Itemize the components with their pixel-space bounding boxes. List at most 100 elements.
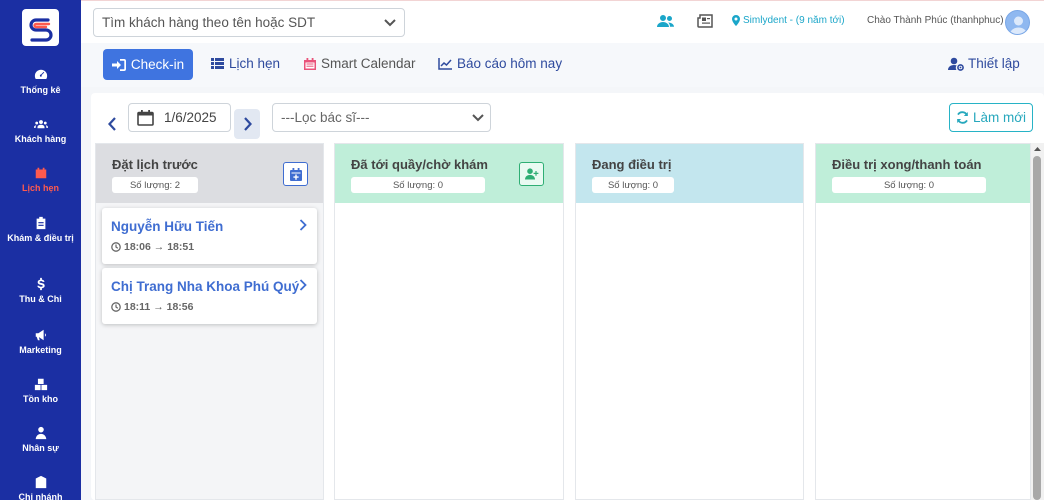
appointment-time: 18:11 → 18:56 [111,301,193,313]
tab-label: Smart Calendar [321,56,416,71]
column-scheduled: Đặt lịch trước Số lượng: 2 Nguyễn Hữu Ti… [95,143,324,500]
column-title: Đang điều trị [592,157,672,172]
tab-appointments[interactable]: Lịch hẹn [211,56,280,71]
add-walk-in-button[interactable] [519,162,544,186]
clock-icon [111,242,121,252]
building-icon [35,475,46,489]
column-count: Số lượng: 2 [112,177,198,193]
clipboard-icon [36,216,45,230]
appointment-card[interactable]: Nguyễn Hữu Tiến 18:06 → 18:51 [102,208,317,264]
user-plus-icon [524,168,538,180]
selected-date: 1/6/2025 [164,110,217,125]
appointment-nav: Check-in Lịch hẹn Smart Calendar Báo cáo… [81,43,1044,87]
calendar-icon [35,167,46,179]
column-header: Đang điều trị Số lượng: 0 [576,144,803,203]
customer-search-select[interactable]: Tìm khách hàng theo tên hoặc SDT [93,8,405,37]
avatar[interactable] [1005,10,1030,35]
branch-label: Simlydent - (9 năm tới) [743,15,845,26]
settings-label: Thiết lập [968,56,1020,71]
chevron-left-icon [107,117,116,131]
chevron-down-icon [472,114,484,122]
refresh-label: Làm mới [972,110,1027,125]
user-avatar-icon [1009,16,1028,34]
user-greeting[interactable]: Chào Thành Phúc (thanhphuc) [867,15,1004,26]
tab-label: Lịch hẹn [229,56,281,71]
column-title: Đã tới quầy/chờ khám [351,157,488,172]
map-marker-icon [732,15,740,26]
checkin-label: Check-in [130,57,185,72]
board-scrollbar[interactable] [1031,143,1044,500]
time-range: 18:11 → 18:56 [124,301,194,313]
sidebar-item-label: Thống kê [20,85,61,95]
tab-report-today[interactable]: Báo cáo hôm nay [438,56,562,71]
clock-icon [111,302,121,312]
sidebar-item-label: Thu & Chi [19,294,62,304]
add-appointment-button[interactable] [283,162,308,186]
sidebar-item-label: Khám & điều trị [7,233,74,243]
scrollbar-thumb[interactable] [1033,156,1041,500]
sidebar-item-label: Chi nhánh [18,492,63,500]
dashboard-icon [34,69,47,80]
chevron-right-icon[interactable] [299,219,307,231]
boxes-icon [34,378,47,391]
chevron-right-icon [243,117,252,131]
branch-selector[interactable]: Simlydent - (9 năm tới) [732,15,845,26]
sidebar: Thống kê Khách hàng Lịch hẹn Khám & điều… [0,0,81,500]
calendar-icon [304,57,316,70]
next-day-button[interactable] [234,109,260,139]
doctor-filter-select[interactable]: ---Lọc bác sĩ--- [272,103,491,132]
scroll-up-icon[interactable] [1034,146,1041,151]
previous-day-button[interactable] [99,109,125,139]
sidebar-item-staff[interactable]: Nhân sự [0,426,81,454]
appointment-time: 18:06 → 18:51 [111,241,194,253]
column-in-treatment: Đang điều trị Số lượng: 0 [575,143,804,500]
app-logo[interactable] [22,9,59,46]
sidebar-item-customers[interactable]: Khách hàng [0,117,81,145]
column-count: Số lượng: 0 [592,177,674,193]
line-chart-icon [438,57,452,70]
doctor-filter-placeholder: ---Lọc bác sĩ--- [281,110,370,125]
sidebar-item-inventory[interactable]: Tồn kho [0,377,81,405]
sidebar-item-label: Lịch hẹn [21,183,59,193]
appointment-card[interactable]: Chị Trang Nha Khoa Phú Quý 18:11 → 18:56 [102,268,317,324]
sidebar-item-appointments[interactable]: Lịch hẹn [0,166,81,194]
chevron-down-icon [384,19,396,27]
search-placeholder: Tìm khách hàng theo tên hoặc SDT [102,15,316,30]
patient-name: Nguyễn Hữu Tiến [111,219,224,234]
top-bar: Tìm khách hàng theo tên hoặc SDT Simlyde… [81,0,1044,43]
chevron-right-icon[interactable] [299,279,307,291]
column-title: Đặt lịch trước [112,157,198,172]
user-tie-icon [35,426,46,440]
sign-in-icon [111,58,126,71]
users-icon[interactable] [657,14,675,28]
column-arrived: Đã tới quầy/chờ khám Số lượng: 0 [334,143,564,500]
column-count: Số lượng: 0 [351,177,485,193]
logo-icon [26,13,55,42]
column-count: Số lượng: 0 [832,177,986,193]
sidebar-item-treatment[interactable]: Khám & điều trị [0,216,81,244]
sidebar-item-dashboard[interactable]: Thống kê [0,68,81,96]
sidebar-item-finance[interactable]: Thu & Chi [0,277,81,305]
column-header: Đặt lịch trước Số lượng: 2 [96,144,323,203]
calendar-icon [137,109,154,126]
sidebar-item-label: Nhân sự [22,443,59,453]
patient-name: Chị Trang Nha Khoa Phú Quý [111,279,300,294]
refresh-button[interactable]: Làm mới [949,103,1033,132]
sidebar-item-branch[interactable]: Chi nhánh [0,475,81,500]
calendar-plus-icon [289,167,302,181]
refresh-icon [957,111,968,124]
sidebar-item-label: Khách hàng [14,134,67,144]
dollar-icon [36,277,45,291]
settings-button[interactable]: Thiết lập [948,56,1020,71]
checkin-button[interactable]: Check-in [103,49,193,80]
date-picker[interactable]: 1/6/2025 [128,103,231,132]
users-icon [33,120,48,129]
sidebar-item-marketing[interactable]: Marketing [0,328,81,356]
megaphone-icon [35,329,46,341]
user-cog-icon [948,57,964,71]
column-header: Đã tới quầy/chờ khám Số lượng: 0 [335,144,563,203]
tab-smart-calendar[interactable]: Smart Calendar [304,56,416,71]
column-title: Điều trị xong/thanh toán [832,157,982,172]
newspaper-icon[interactable] [697,14,713,28]
tab-label: Báo cáo hôm nay [457,56,563,71]
